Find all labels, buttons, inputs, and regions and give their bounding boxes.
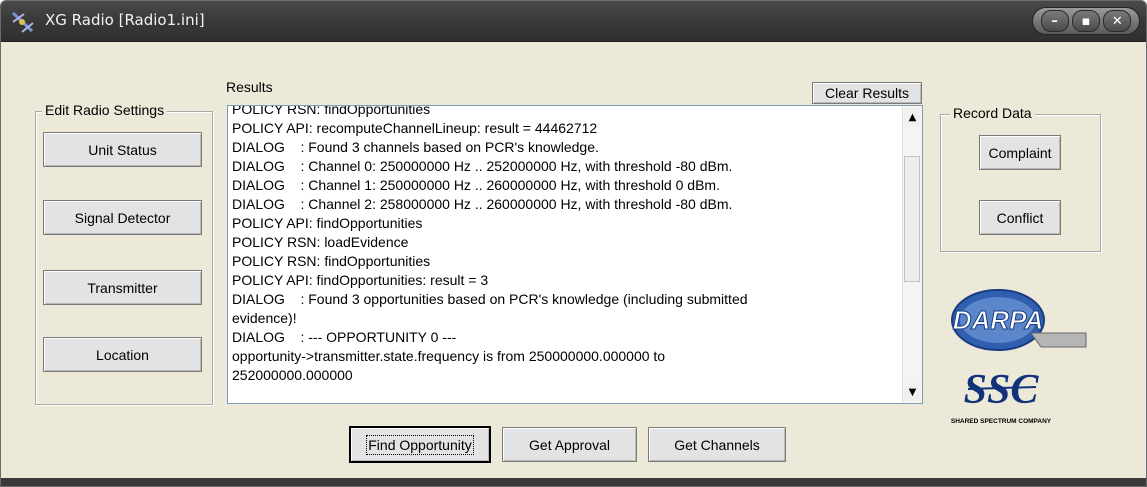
window-controls: – ▪ ✕ [1032,7,1140,35]
results-log-text: POLICY RSN: findOpportunities POLICY API:… [232,105,900,385]
ssc-logo-text: SSC [964,367,1040,413]
log-line: POLICY API: recomputeChannelLineup: resu… [232,120,598,136]
signal-detector-label: Signal Detector [74,209,171,226]
location-button[interactable]: Location [43,337,202,372]
minimize-icon[interactable]: – [1040,10,1069,32]
location-label: Location [96,346,149,363]
find-opportunity-label: Find Opportunity [366,434,474,455]
scroll-up-icon[interactable]: ▲ [904,108,921,126]
record-data-legend: Record Data [950,105,1035,121]
conflict-label: Conflict [996,209,1044,226]
log-line: DIALOG : Found 3 opportunities based on … [232,291,748,307]
clear-results-button[interactable]: Clear Results [812,82,922,104]
log-line: POLICY API: findOpportunities [232,215,423,231]
complaint-label: Complaint [988,144,1052,161]
results-log[interactable]: POLICY RSN: findOpportunities POLICY API:… [227,105,923,404]
ssc-caption-text: SHARED SPECTRUM COMPANY [951,418,1052,425]
log-line: 252000000.000000 [232,367,353,383]
log-line: DIALOG : Channel 1: 250000000 Hz .. 2600… [232,177,720,193]
maximize-icon[interactable]: ▪ [1071,10,1100,32]
unit-status-button[interactable]: Unit Status [43,132,202,167]
app-window: XG Radio [Radio1.ini] – ▪ ✕ Edit Radio S… [0,0,1147,487]
scroll-thumb[interactable] [904,156,920,282]
signal-detector-button[interactable]: Signal Detector [43,200,202,235]
window-title: XG Radio [Radio1.ini] [45,11,205,29]
title-bar[interactable]: XG Radio [Radio1.ini] – ▪ ✕ [1,1,1146,42]
log-line: POLICY RSN: loadEvidence [232,234,409,250]
log-line: evidence)! [232,310,297,326]
get-channels-button[interactable]: Get Channels [648,427,786,462]
clear-results-label: Clear Results [824,85,910,101]
log-line: DIALOG : Found 3 channels based on PCR's… [232,139,599,155]
get-approval-button[interactable]: Get Approval [502,427,637,462]
get-channels-label: Get Channels [674,436,760,453]
scroll-down-icon[interactable]: ▼ [904,383,921,401]
results-label: Results [226,79,273,95]
find-opportunity-button[interactable]: Find Opportunity [349,426,491,463]
unit-status-label: Unit Status [88,141,157,158]
transmitter-label: Transmitter [87,279,158,296]
log-line: POLICY RSN: findOpportunities [232,253,431,269]
darpa-logo-text: DARPA [953,305,1044,335]
conflict-button[interactable]: Conflict [979,200,1061,235]
get-approval-label: Get Approval [529,436,610,453]
darpa-ssc-logo: DARPA SSC SHARED SPECTRUM COMPANY [951,289,1087,425]
transmitter-button[interactable]: Transmitter [43,270,202,305]
log-line: DIALOG : Channel 2: 258000000 Hz .. 2600… [232,196,733,212]
log-line: DIALOG : Channel 0: 250000000 Hz .. 2520… [232,158,733,174]
satellite-icon [11,11,34,33]
log-line: DIALOG : --- OPPORTUNITY 0 --- [232,329,457,345]
close-icon[interactable]: ✕ [1103,10,1132,32]
window-bottom-border [1,478,1146,486]
results-scrollbar[interactable]: ▲ ▼ [902,106,922,403]
edit-radio-settings-legend: Edit Radio Settings [42,102,168,118]
log-line: POLICY RSN: findOpportunities [232,105,431,117]
complaint-button[interactable]: Complaint [979,135,1061,170]
log-line: POLICY API: findOpportunities: result = … [232,272,489,288]
log-line: opportunity->transmitter.state.frequency… [232,348,666,364]
